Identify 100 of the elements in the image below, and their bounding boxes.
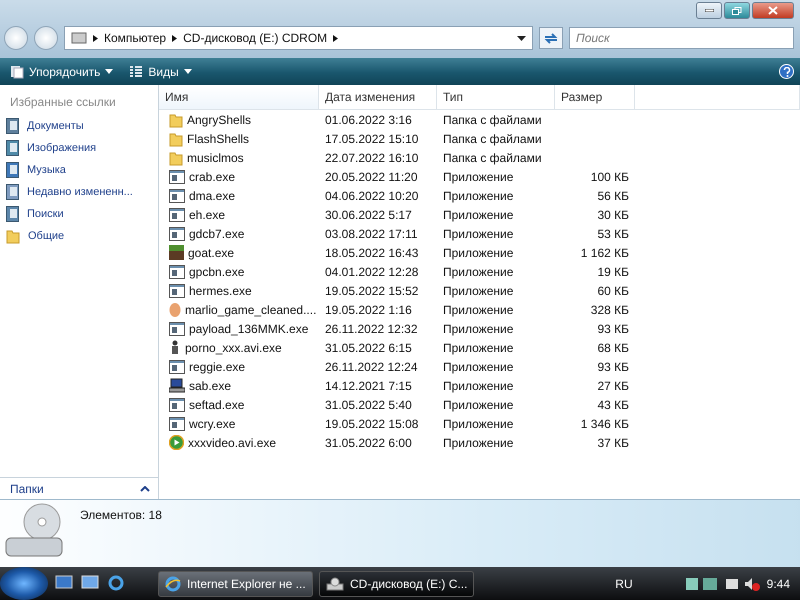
file-name[interactable]: payload_136MMK.exe — [189, 319, 308, 338]
refresh-button[interactable] — [539, 27, 563, 49]
table-cell-text: Приложение — [442, 168, 514, 186]
caret-icon — [140, 486, 150, 492]
table-cell-text: 37 КБ — [596, 434, 630, 452]
table-cell-text: 100 КБ — [590, 168, 630, 186]
column-header[interactable]: Имя — [159, 85, 319, 110]
restore-button[interactable] — [724, 2, 750, 19]
start-button[interactable] — [0, 567, 48, 600]
table-cell-text: 19 КБ — [596, 264, 630, 280]
close-icon — [768, 6, 778, 15]
taskbar-button[interactable]: CD-дисковод (E:) C... — [319, 570, 474, 596]
file-name[interactable]: gpcbn.exe — [189, 262, 244, 281]
taskbar-button[interactable]: Internet Explorer не ... — [158, 570, 313, 596]
file-name[interactable]: musiclmos — [187, 148, 244, 167]
table-cell-text: Приложение — [442, 302, 514, 318]
search-folder-icon — [6, 206, 19, 222]
program-window-icon — [169, 188, 185, 202]
table-cell-text: 04.06.2022 10:20 — [324, 188, 420, 204]
folder-icon — [169, 150, 183, 166]
table-cell-text: 30.06.2022 5:17 — [324, 206, 413, 224]
network-status-icon[interactable] — [684, 576, 719, 592]
table-cell-text: Приложение — [442, 378, 514, 394]
minimize-icon — [704, 9, 714, 12]
picture-icon — [6, 140, 19, 156]
toolbar-button[interactable]: Упорядочить — [6, 62, 118, 80]
table-cell-text: 31.05.2022 6:00 — [324, 434, 413, 452]
question-mark-icon — [782, 67, 790, 77]
column-header[interactable]: Тип — [437, 85, 555, 110]
table-cell-text: 20.05.2022 11:20 — [324, 168, 419, 186]
file-name[interactable]: wcry.exe — [189, 414, 236, 433]
file-name[interactable]: crab.exe — [189, 167, 236, 186]
help-button[interactable] — [779, 64, 794, 79]
favorite-link[interactable]: Изображения — [0, 137, 158, 159]
file-name[interactable]: reggie.exe — [189, 357, 246, 376]
favorite-link[interactable]: Общие — [0, 225, 158, 247]
file-name[interactable]: seftad.exe — [189, 395, 244, 414]
folder-icon — [169, 112, 183, 128]
table-cell-text: 27 КБ — [596, 378, 630, 394]
dropdown-arrow-icon[interactable] — [517, 36, 526, 40]
clock[interactable]: 9:44 — [766, 576, 790, 590]
file-name[interactable]: sab.exe — [189, 376, 232, 395]
favorite-link[interactable]: Недавно измененн... — [0, 181, 158, 203]
column-header[interactable]: Дата изменения — [319, 85, 437, 110]
table-cell-text: Приложение — [442, 358, 514, 376]
table-cell-text: 17.05.2022 15:10 — [324, 130, 420, 148]
music-icon — [6, 162, 19, 178]
file-name[interactable]: goat.exe — [188, 243, 234, 262]
favorite-link[interactable]: Поиски — [0, 203, 158, 225]
chevron-icon — [93, 34, 98, 42]
table-cell-text: 14.12.2021 7:15 — [324, 378, 413, 394]
program-window-icon — [169, 170, 185, 184]
figure-icon — [169, 340, 181, 355]
chevron-icon — [172, 34, 178, 42]
file-name[interactable]: gdcb7.exe — [189, 224, 244, 243]
table-cell-text: 04.01.2022 12:28 — [324, 264, 420, 280]
search-field[interactable]: Поиск — [569, 27, 794, 49]
item-count: Элементов: 18 — [80, 507, 162, 524]
address-bar[interactable]: Компьютер CD-дисковод (E:) CDROM — [64, 26, 533, 50]
language-indicator[interactable]: RU — [615, 576, 633, 590]
document-icon — [6, 118, 19, 134]
column-header[interactable]: Размер — [555, 85, 635, 110]
table-cell-text: Приложение — [442, 244, 514, 262]
table-cell-text: Папка с файлами — [442, 130, 543, 148]
file-name[interactable]: eh.exe — [189, 205, 226, 224]
favorite-link[interactable]: Музыка — [0, 159, 158, 181]
table-cell-text: Приложение — [442, 226, 514, 242]
minimize-button[interactable] — [696, 2, 722, 19]
program-window-icon — [169, 264, 185, 278]
breadcrumb[interactable]: Компьютер — [104, 31, 166, 45]
file-name[interactable]: FlashShells — [187, 129, 250, 148]
program-window-icon — [169, 208, 185, 222]
file-name[interactable]: dma.exe — [189, 186, 236, 205]
table-cell-text: Приложение — [442, 320, 514, 338]
file-name[interactable]: porno_xxx.avi.exe — [185, 338, 282, 357]
table-cell-text: 53 КБ — [596, 226, 630, 242]
program-window-icon — [169, 360, 185, 374]
table-cell-text: 22.07.2022 16:10 — [324, 150, 420, 166]
breadcrumb[interactable]: CD-дисковод (E:) CDROM — [183, 31, 328, 45]
muted-speaker-icon[interactable] — [724, 576, 761, 592]
egg-icon — [169, 302, 181, 317]
file-name[interactable]: xxxvideo.avi.exe — [188, 433, 276, 452]
table-cell-text: Папка с файлами — [442, 150, 543, 166]
table-cell-text: Приложение — [442, 264, 514, 280]
computer-icon — [71, 31, 87, 45]
close-button[interactable] — [752, 2, 794, 19]
program-window-icon — [169, 398, 185, 412]
favorite-link[interactable]: Документы — [0, 115, 158, 137]
table-cell-text: Приложение — [442, 188, 514, 204]
grass-block-icon — [169, 245, 184, 260]
table-cell-text: Приложение — [442, 416, 514, 432]
folder-icon — [169, 130, 183, 146]
table-cell-text: Приложение — [442, 340, 514, 356]
file-name[interactable]: marlio_game_cleaned.... — [185, 300, 316, 319]
file-name[interactable]: hermes.exe — [189, 281, 252, 300]
table-cell-text: Приложение — [442, 282, 514, 300]
file-name[interactable]: AngryShells — [187, 110, 252, 129]
toolbar-button[interactable]: Виды — [125, 62, 196, 80]
program-window-icon — [169, 416, 185, 430]
table-cell-text: 03.08.2022 17:11 — [324, 226, 419, 242]
